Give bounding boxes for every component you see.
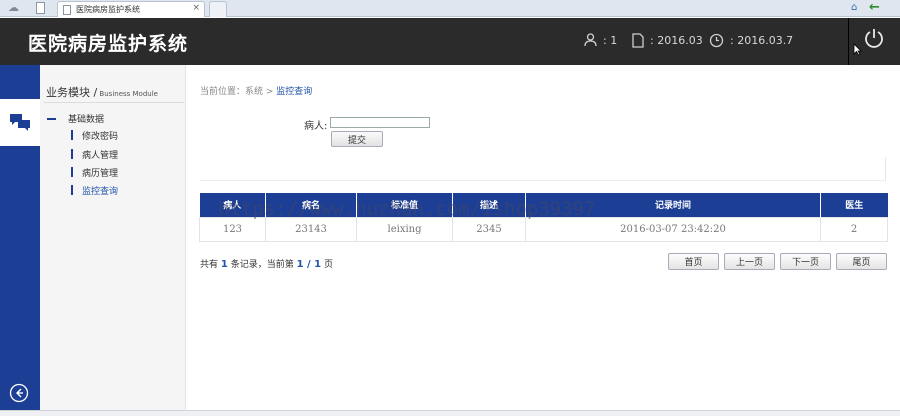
tab-close-icon[interactable]: ×	[192, 3, 200, 13]
submit-button[interactable]: 提交	[331, 131, 383, 147]
table-cell: leixing	[356, 216, 453, 242]
browser-tab-title: 医院病房监护系统	[76, 5, 140, 14]
table-row: 123 23143 leixing 2345 2016-03-07 23:42:…	[199, 216, 888, 242]
table-header-row: 病人 病名 标准值 描述 记录时间 医生	[199, 193, 888, 217]
item-bar	[71, 167, 73, 177]
sidebar-group-label: 基础数据	[68, 115, 105, 125]
app-header: 医院病房监护系统 : 1 : 2016.03 : 2016.03.7	[0, 18, 900, 65]
page-icon	[63, 5, 71, 15]
pagination-text: 共有	[200, 260, 221, 270]
browser-status-bar	[0, 410, 900, 416]
column-header-description: 描述	[452, 193, 526, 217]
form-border	[885, 157, 886, 181]
user-icon	[584, 33, 597, 47]
mouse-cursor-icon	[853, 43, 862, 56]
sidebar: 业务模块 / Business Module 基础数据 修改密码 病人管理 病历…	[40, 65, 186, 416]
document-icon[interactable]	[36, 2, 45, 14]
sidebar-item-record-management[interactable]: 病历管理	[71, 166, 119, 179]
last-page-button[interactable]: 尾页	[836, 253, 887, 270]
power-icon[interactable]	[864, 27, 884, 49]
clock-date: : 2016.03.7	[730, 34, 794, 47]
cloud-icon[interactable]: ☁	[8, 2, 20, 14]
pagination-text: 页	[321, 260, 334, 270]
app-title: 医院病房监护系统	[28, 33, 189, 55]
total-records: 1	[220, 259, 228, 270]
user-count: : 1	[603, 33, 618, 47]
table-cell: 2345	[452, 216, 526, 242]
patient-label: 病人:	[304, 121, 328, 132]
user-count-stat: : 1	[584, 33, 617, 47]
patient-input[interactable]	[330, 117, 430, 128]
breadcrumb-current[interactable]: 监控查询	[276, 87, 312, 97]
clock-date-stat: : 2016.03.7	[709, 33, 793, 48]
file-date: : 2016.03	[650, 34, 703, 47]
chat-bubbles-icon	[10, 114, 30, 131]
business-module-tab[interactable]	[0, 99, 40, 146]
back-arrow-icon[interactable]: ←	[869, 0, 880, 15]
item-bar	[71, 130, 73, 140]
sidebar-item-change-password[interactable]: 修改密码	[71, 129, 119, 142]
column-header-doctor: 医生	[820, 193, 888, 217]
pagination-text: 条记录，当前第	[227, 260, 297, 270]
new-tab-button[interactable]	[209, 1, 227, 17]
breadcrumb-prefix: 当前位置：系统 >	[200, 87, 277, 97]
sidebar-item-monitor-query[interactable]: 监控查询	[71, 184, 119, 197]
item-bar	[71, 149, 73, 159]
sidebar-item-label: 监控查询	[82, 186, 119, 197]
clock-icon	[709, 33, 724, 48]
pagination-info: 共有 1 条记录，当前第 1 / 1 页	[200, 257, 333, 270]
column-header-disease: 病名	[265, 193, 357, 217]
module-title-en: Business Module	[97, 90, 158, 98]
breadcrumb: 当前位置：系统 > 监控查询	[200, 84, 312, 97]
table-cell: 2016-03-07 23:42:20	[525, 216, 821, 242]
collapse-dash-icon	[47, 117, 56, 120]
back-circle-icon[interactable]	[9, 383, 29, 403]
prev-page-button[interactable]: 上一页	[724, 253, 775, 270]
monitor-table: 病人 病名 标准值 描述 记录时间 医生 123 23143 leixing 2…	[199, 193, 888, 242]
home-icon[interactable]: ⌂	[851, 2, 857, 13]
item-bar	[71, 185, 73, 195]
browser-tab-bar: ☁ 医院病房监护系统 × ⌂ ←	[0, 0, 900, 17]
sidebar-item-label: 修改密码	[82, 131, 119, 142]
column-header-record-time: 记录时间	[525, 193, 821, 217]
module-title-cn: 业务模块 /	[46, 86, 98, 99]
module-icon-bar	[0, 65, 40, 416]
header-divider	[848, 18, 849, 65]
table-cell: 123	[199, 216, 266, 242]
file-icon	[632, 33, 644, 48]
sidebar-item-label: 病历管理	[82, 168, 119, 179]
sidebar-item-patient-management[interactable]: 病人管理	[71, 148, 119, 161]
pagination-slash: /	[303, 259, 315, 270]
sidebar-group-basic-data[interactable]: 基础数据	[47, 112, 104, 125]
sidebar-item-label: 病人管理	[82, 150, 119, 161]
module-title: 业务模块 / Business Module	[46, 84, 158, 100]
browser-tab[interactable]: 医院病房监护系统 ×	[57, 1, 205, 17]
next-page-button[interactable]: 下一页	[780, 253, 831, 270]
form-divider	[200, 180, 886, 181]
current-page: 1	[296, 259, 304, 270]
first-page-button[interactable]: 首页	[668, 253, 719, 270]
table-cell: 23143	[265, 216, 357, 242]
table-cell: 2	[820, 216, 888, 242]
sidebar-divider	[44, 102, 184, 103]
file-date-stat: : 2016.03	[632, 33, 703, 48]
column-header-patient: 病人	[199, 193, 266, 217]
column-header-standard-value: 标准值	[356, 193, 453, 217]
